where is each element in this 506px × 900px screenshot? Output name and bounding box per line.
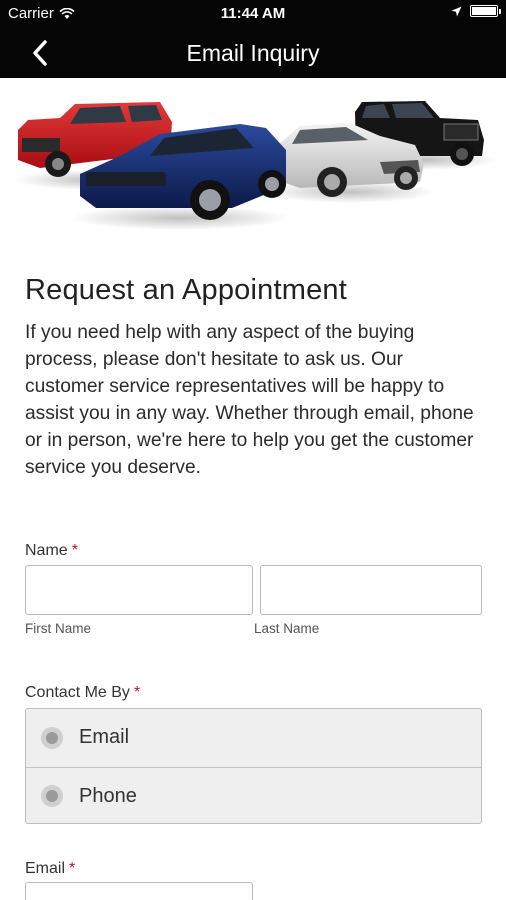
status-bar: Carrier 11:44 AM (0, 0, 506, 28)
email-input[interactable] (25, 882, 253, 900)
app-header: Carrier 11:44 AM Email Inquiry (0, 0, 506, 78)
contact-option-email[interactable]: Email (26, 709, 481, 766)
required-marker: * (69, 860, 76, 877)
section-heading: Request an Appointment (25, 274, 348, 306)
contact-option-phone[interactable]: Phone (26, 767, 481, 824)
status-time: 11:44 AM (220, 5, 286, 22)
radio-icon[interactable] (41, 785, 63, 807)
contact-label: Contact Me By * (25, 684, 141, 701)
first-name-sublabel: First Name (25, 621, 92, 636)
intro-paragraph: If you need help with any aspect of the … (25, 322, 474, 478)
first-name-input[interactable] (25, 565, 253, 615)
email-label: Email * (25, 860, 76, 877)
last-name-input[interactable] (260, 565, 482, 615)
vehicle-lineup-image (15, 101, 495, 230)
last-name-sublabel: Last Name (254, 621, 320, 636)
location-arrow-icon (451, 6, 462, 16)
page-title: Email Inquiry (186, 40, 320, 66)
contact-method-radio-group: Email Phone (25, 708, 482, 824)
navigation-bar: Email Inquiry (0, 28, 506, 78)
required-marker: * (133, 684, 141, 701)
required-marker: * (71, 542, 78, 559)
name-label: Name * (25, 542, 78, 559)
battery-icon (470, 5, 501, 17)
radio-icon[interactable] (41, 726, 63, 749)
